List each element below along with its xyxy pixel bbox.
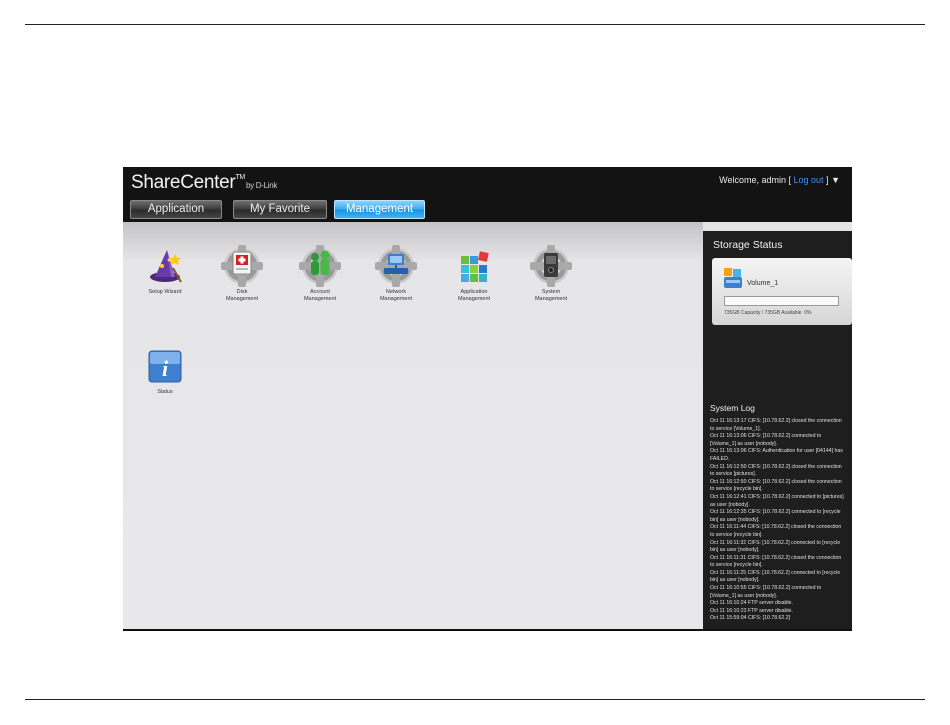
sharecenter-window: ShareCenterTMby D-Link Welcome, admin [ … (123, 167, 852, 631)
log-entry: Oct 11 16:11:44 CIFS: [10.78.62.2] close… (710, 524, 842, 538)
account-label-line1: Account (310, 289, 330, 295)
svg-text:i: i (162, 356, 169, 381)
volume-name: Volume_1 (747, 280, 779, 287)
network-label-line1: Network (385, 289, 407, 295)
info-icon: i (145, 346, 185, 386)
application-label-line1: Application (460, 289, 488, 295)
wizard-hat-icon (145, 246, 185, 286)
log-entry: Oct 11 16:11:25 CIFS: [10.78.62.2] conne… (710, 569, 841, 584)
status-label: Status (157, 389, 173, 395)
log-entry: Oct 11 16:13:17 CIFS: [10.78.62.2] close… (710, 418, 842, 432)
log-entry: Oct 11 16:11:31 CIFS: [10.78.62.2] close… (710, 554, 842, 569)
application-management-icon (454, 246, 494, 286)
application-label-line2: Management (457, 296, 491, 302)
log-entry: Oct 11 16:12:50 CIFS: [10.78.62.2] close… (710, 463, 842, 478)
volume-capacity: 735GB Capacity / 735GB Available (724, 310, 802, 316)
log-entry: Oct 11 16:10:23 FTP server disable. (710, 607, 793, 614)
tab-my-favorite[interactable]: My Favorite (233, 200, 327, 219)
disk-label-line1: Disk (236, 289, 248, 295)
log-entry: Oct 11 16:10:24 FTP server disable. (710, 600, 793, 607)
setup-wizard-label: Setup Wizard (148, 289, 182, 295)
account-management-label: Account Management (285, 289, 355, 303)
account-label-line2: Management (303, 296, 337, 302)
log-entry: Oct 11 16:13:06 CIFS: Authentication for… (710, 448, 843, 462)
disk-management-icon (221, 245, 263, 287)
tab-management[interactable]: Management (334, 200, 425, 219)
application-management-label: Application Management (439, 289, 509, 303)
log-entry: Oct 11 16:12:41 CIFS: [10.78.62.2] conne… (710, 493, 844, 508)
network-label-line2: Management (379, 296, 413, 302)
network-management-label: Network Management (361, 289, 431, 303)
system-label-line2: Management (534, 296, 568, 302)
brand-tm: TM (235, 174, 245, 181)
account-management-icon (299, 245, 341, 287)
top-rule (25, 24, 925, 25)
system-label-line1: System (541, 289, 561, 295)
log-entry: Oct 11 16:13:06 CIFS: [10.78.62.2] conne… (710, 433, 822, 447)
logout-link[interactable]: Log out (794, 175, 824, 185)
system-log[interactable]: Oct 11 16:13:17 CIFS: [10.78.62.2] close… (710, 418, 846, 623)
log-entry: Oct 11 16:10:55 CIFS: [10.78.62.2] conne… (710, 585, 822, 599)
status-item[interactable]: i Status (130, 346, 200, 396)
tab-application[interactable]: Application (130, 200, 222, 219)
volume-info: 735GB Capacity / 735GB Available 0% (724, 310, 811, 316)
disk-management-item[interactable]: Disk Management (207, 245, 277, 303)
brand-name: ShareCenter (131, 172, 236, 193)
application-management-item[interactable]: Application Management (439, 246, 509, 303)
management-content: Setup Wizard Disk Management Account Man… (123, 222, 703, 629)
bottom-rule (25, 699, 925, 700)
system-log-title: System Log (710, 403, 755, 413)
brand-by: by D-Link (245, 181, 278, 190)
log-entry: Oct 11 16:12:35 CIFS: [10.78.62.2] conne… (710, 509, 841, 523)
network-management-icon (375, 245, 417, 287)
system-management-item[interactable]: System Management (516, 245, 586, 303)
disk-management-label: Disk Management (207, 289, 277, 303)
system-management-icon (530, 245, 572, 287)
storage-status-title: Storage Status (713, 239, 783, 251)
volume-usage-bar (724, 296, 839, 306)
network-management-item[interactable]: Network Management (361, 245, 431, 303)
welcome-prefix: Welcome, admin [ (719, 175, 792, 185)
log-entry: Oct 11 16:11:32 CIFS: [10.78.62.2] conne… (710, 539, 841, 554)
disk-label-line2: Management (225, 296, 259, 302)
log-entry: Oct 11 16:12:50 CIFS: [10.78.62.2] close… (710, 478, 842, 493)
side-panel: Storage Status Volume_1 735GB Capacity /… (703, 231, 852, 629)
setup-wizard-item[interactable]: Setup Wizard (130, 246, 200, 296)
log-entry: Oct 11 15:59:04 CIFS: [10.78.62.2] (710, 615, 791, 622)
volume-usage-percent: 0% (804, 310, 812, 316)
volume-card[interactable]: Volume_1 735GB Capacity / 735GB Availabl… (712, 258, 852, 325)
brand-logo: ShareCenterTMby D-Link (131, 172, 277, 194)
system-management-label: System Management (516, 289, 586, 303)
welcome-text: Welcome, admin [ Log out ] ▼ (719, 175, 840, 185)
header-bar: ShareCenterTMby D-Link Welcome, admin [ … (123, 167, 852, 222)
volume-icon (724, 268, 742, 288)
user-menu-toggle[interactable]: ] ▼ (826, 175, 840, 185)
account-management-item[interactable]: Account Management (285, 245, 355, 303)
